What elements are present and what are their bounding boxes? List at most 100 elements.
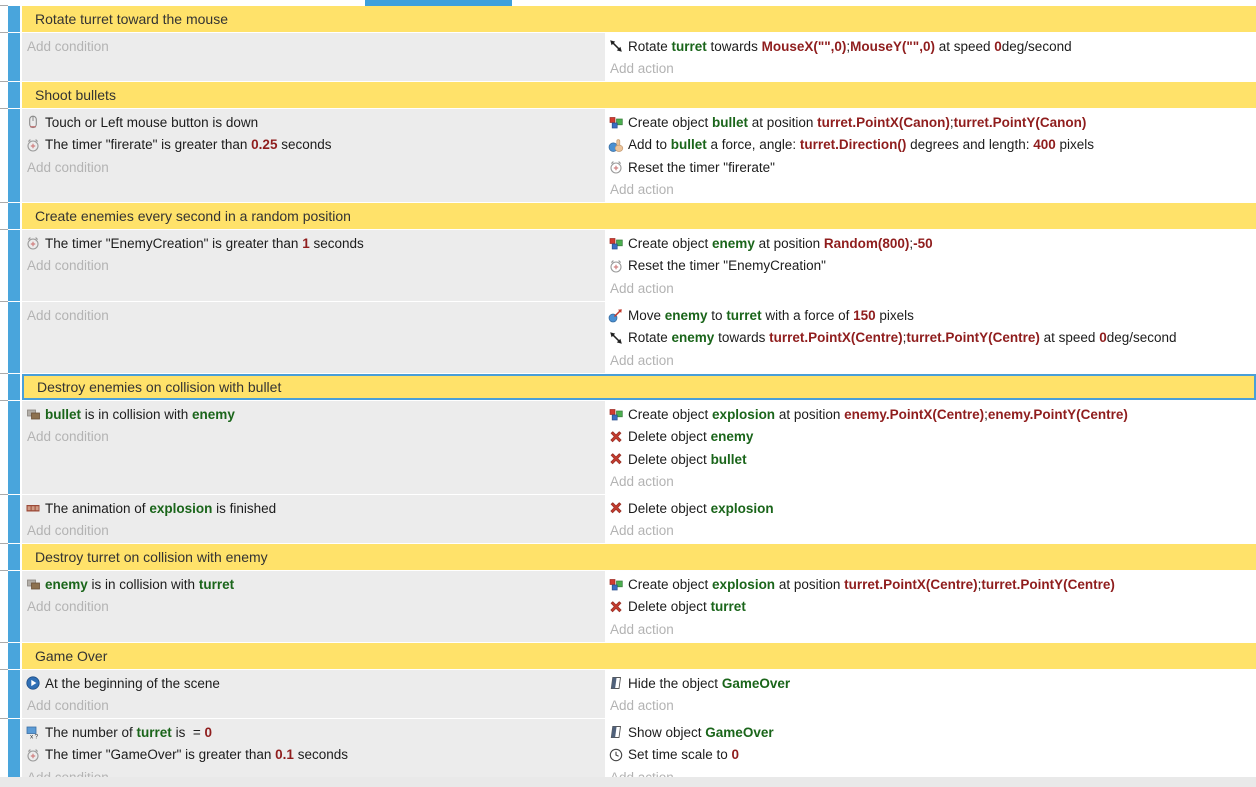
conditions-column[interactable]: bullet is in collision with enemyAdd con… — [22, 401, 605, 494]
comment-create-enemies[interactable]: Create enemies every second in a random … — [22, 203, 1256, 229]
action-line[interactable]: Reset the timer "EnemyCreation" — [608, 255, 1256, 278]
conditions-column[interactable]: The animation of explosion is finishedAd… — [22, 495, 605, 543]
conditions-column[interactable]: The timer "EnemyCreation" is greater tha… — [22, 230, 605, 301]
add-action-button[interactable]: Add action — [608, 349, 1256, 372]
actions-column[interactable]: Create object enemy at position Random(8… — [605, 230, 1256, 301]
actions-column[interactable]: Create object explosion at position enem… — [605, 401, 1256, 494]
add-condition-button[interactable]: Add condition — [25, 426, 605, 449]
add-condition-button[interactable]: Add condition — [25, 156, 605, 179]
event-selection-bar[interactable] — [8, 302, 20, 373]
action-line[interactable]: Add to bullet a force, angle: turret.Dir… — [608, 134, 1256, 157]
action-line[interactable]: Delete object explosion — [608, 497, 1256, 520]
action-line[interactable]: Set time scale to 0 — [608, 744, 1256, 767]
actions-column[interactable]: Move enemy to turret with a force of 150… — [605, 302, 1256, 373]
delete-icon — [608, 500, 624, 516]
action-line[interactable]: Show object GameOver — [608, 721, 1256, 744]
event-selection-bar[interactable] — [8, 374, 20, 400]
action-line[interactable]: Create object explosion at position turr… — [608, 573, 1256, 596]
actions-column[interactable]: Delete object explosionAdd action — [605, 495, 1256, 543]
conditions-column[interactable]: enemy is in collision with turretAdd con… — [22, 571, 605, 642]
condition-line[interactable]: The timer "EnemyCreation" is greater tha… — [25, 232, 605, 255]
action-line[interactable]: Create object enemy at position Random(8… — [608, 232, 1256, 255]
action-line[interactable]: Delete object enemy — [608, 426, 1256, 449]
condition-line[interactable]: enemy is in collision with turret — [25, 573, 605, 596]
event-selection-bar[interactable] — [8, 33, 20, 81]
action-line[interactable]: Create object bullet at position turret.… — [608, 111, 1256, 134]
add-condition-button[interactable]: Add condition — [25, 520, 605, 543]
action-line[interactable]: Reset the timer "firerate" — [608, 156, 1256, 179]
add-action-button[interactable]: Add action — [608, 471, 1256, 494]
condition-line-text: seconds — [294, 747, 348, 762]
event-selection-bar[interactable] — [8, 203, 20, 229]
add-condition-button[interactable]: Add condition — [25, 35, 605, 58]
condition-line[interactable]: The animation of explosion is finished — [25, 497, 605, 520]
add-condition-button[interactable]: Add condition — [25, 255, 605, 278]
add-condition-button[interactable]: Add condition — [25, 695, 605, 718]
action-line-text: GameOver — [722, 676, 790, 691]
event-selection-bar[interactable] — [8, 82, 20, 108]
action-line[interactable]: Create object explosion at position enem… — [608, 403, 1256, 426]
action-line-text: 400 — [1033, 137, 1056, 152]
action-line[interactable]: Delete object turret — [608, 596, 1256, 619]
condition-line-text: The timer "firerate" is greater than — [45, 137, 251, 152]
comment-destroy-turret[interactable]: Destroy turret on collision with enemy — [22, 544, 1256, 570]
add-action-button[interactable]: Add action — [608, 695, 1256, 718]
comment-game-over[interactable]: Game Over — [22, 643, 1256, 669]
condition-line[interactable]: The timer "firerate" is greater than 0.2… — [25, 134, 605, 157]
action-line-text: Show object — [628, 725, 705, 740]
comment-destroy-enemies[interactable]: Destroy enemies on collision with bullet — [22, 374, 1256, 400]
conditions-column[interactable]: Touch or Left mouse button is downThe ti… — [22, 109, 605, 202]
action-line-text: Reset the timer "firerate" — [628, 160, 775, 175]
add-action-button[interactable]: Add action — [608, 520, 1256, 543]
action-line-text: degrees and length: — [906, 137, 1033, 152]
add-condition-button[interactable]: Add condition — [25, 304, 605, 327]
condition-line[interactable]: The timer "GameOver" is greater than 0.1… — [25, 744, 605, 767]
action-line[interactable]: Delete object bullet — [608, 448, 1256, 471]
comment-block: Rotate turret toward the mouse — [0, 6, 1256, 32]
event-selection-bar[interactable] — [8, 230, 20, 301]
conditions-column[interactable]: At the beginning of the sceneAdd conditi… — [22, 670, 605, 718]
action-line-text: pixels — [1056, 137, 1094, 152]
actions-column[interactable]: Create object bullet at position turret.… — [605, 109, 1256, 202]
condition-line[interactable]: At the beginning of the scene — [25, 672, 605, 695]
condition-line[interactable]: bullet is in collision with enemy — [25, 403, 605, 426]
event-body: Add conditionMove enemy to turret with a… — [22, 302, 1256, 373]
add-action-button[interactable]: Add action — [608, 618, 1256, 641]
action-line-text: 0 — [732, 747, 740, 762]
add-action-button[interactable]: Add action — [608, 179, 1256, 202]
event-selection-bar[interactable] — [8, 401, 20, 494]
add-condition-button[interactable]: Add condition — [25, 596, 605, 619]
event-block: Add conditionMove enemy to turret with a… — [0, 302, 1256, 373]
action-line-text: turret — [711, 599, 746, 614]
condition-line-text: 1 — [302, 236, 310, 251]
event-selection-bar[interactable] — [8, 495, 20, 543]
actions-column[interactable]: Create object explosion at position turr… — [605, 571, 1256, 642]
event-selection-bar[interactable] — [8, 544, 20, 570]
event-selection-bar[interactable] — [8, 6, 20, 32]
action-line-text: Reset the timer "EnemyCreation" — [628, 258, 826, 273]
comment-rotate-turret[interactable]: Rotate turret toward the mouse — [22, 6, 1256, 32]
add-action-button[interactable]: Add action — [608, 277, 1256, 300]
event-body: Add conditionRotate turret towards Mouse… — [22, 33, 1256, 81]
event-selection-bar[interactable] — [8, 643, 20, 669]
comment-block: Create enemies every second in a random … — [0, 203, 1256, 229]
event-selection-bar[interactable] — [8, 571, 20, 642]
editor-background — [0, 777, 1256, 787]
actions-column[interactable]: Rotate turret towards MouseX("",0);Mouse… — [605, 33, 1256, 81]
event-selection-bar[interactable] — [8, 670, 20, 718]
action-line[interactable]: Hide the object GameOver — [608, 672, 1256, 695]
condition-line[interactable]: x?The number of turret is = 0 — [25, 721, 605, 744]
conditions-column[interactable]: Add condition — [22, 33, 605, 81]
event-selection-bar[interactable] — [8, 109, 20, 202]
comment-shoot-bullets[interactable]: Shoot bullets — [22, 82, 1256, 108]
action-line[interactable]: Move enemy to turret with a force of 150… — [608, 304, 1256, 327]
create-object-icon — [608, 235, 624, 251]
add-action-button[interactable]: Add action — [608, 58, 1256, 81]
event-gutter — [0, 82, 8, 108]
action-line[interactable]: Rotate turret towards MouseX("",0);Mouse… — [608, 35, 1256, 58]
actions-column[interactable]: Hide the object GameOverAdd action — [605, 670, 1256, 718]
conditions-column[interactable]: Add condition — [22, 302, 605, 373]
action-line[interactable]: Rotate enemy towards turret.PointX(Centr… — [608, 327, 1256, 350]
condition-line[interactable]: Touch or Left mouse button is down — [25, 111, 605, 134]
gutter-tick — [0, 81, 8, 82]
